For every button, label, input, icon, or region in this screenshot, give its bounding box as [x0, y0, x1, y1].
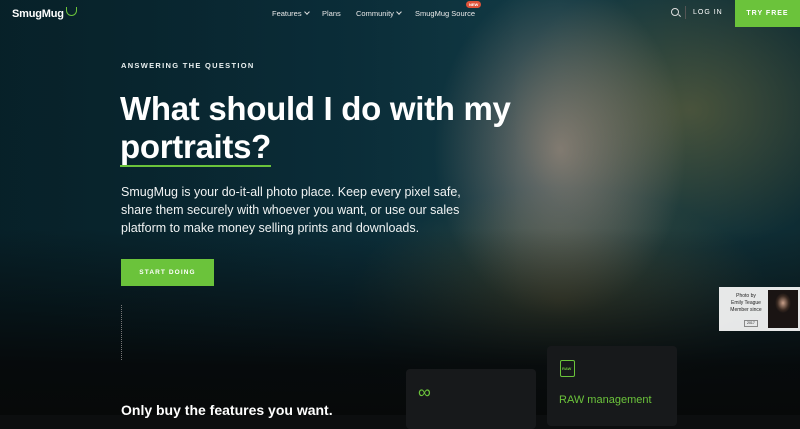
smugmug-logo[interactable]: SmugMug: [12, 7, 77, 20]
member-since-chip: 2017: [744, 320, 758, 327]
nav-source-label: SmugMug Source: [415, 9, 476, 18]
credit-line: Photo by: [736, 293, 756, 299]
hero-description: SmugMug is your do-it-all photo place. K…: [121, 185, 461, 235]
raw-card-title: RAW management: [559, 394, 652, 406]
nav-community-label: Community: [356, 9, 394, 18]
login-link[interactable]: LOG IN: [693, 9, 723, 16]
search-icon[interactable]: [671, 8, 679, 16]
nav-divider: [685, 6, 686, 19]
photo-credit-card[interactable]: Photo by Emily Teague Member since 2017: [719, 287, 800, 331]
hero-headline: What should I do with my portraits?: [120, 90, 540, 167]
feature-card-unlimited[interactable]: ∞: [406, 369, 536, 429]
logo-text: SmugMug: [12, 8, 64, 20]
nav-smugmug-source[interactable]: SmugMug Source: [415, 9, 475, 18]
photographer-avatar: [768, 290, 798, 328]
photo-credit-text: Photo by Emily Teague Member since: [725, 293, 767, 314]
nav-features-label: Features: [272, 9, 302, 18]
smugmug-smile-icon: [65, 7, 77, 16]
scroll-indicator: [121, 305, 122, 360]
chevron-down-icon: [396, 9, 402, 15]
features-heading: Only buy the features you want.: [121, 402, 333, 418]
start-doing-button[interactable]: START DOING: [121, 259, 214, 286]
credit-photographer: Emily Teague: [731, 300, 761, 306]
nav-plans-label: Plans: [322, 9, 341, 18]
infinity-icon: ∞: [418, 382, 431, 402]
headline-line-2: portraits?: [120, 128, 540, 167]
headline-line-1: What should I do with my: [120, 90, 511, 127]
new-badge: NEW: [466, 1, 482, 8]
chevron-down-icon: [303, 9, 310, 15]
raw-icon-label: RAW: [562, 366, 572, 371]
hero-eyebrow: ANSWERING THE QUESTION: [121, 61, 255, 70]
try-free-button[interactable]: TRY FREE: [735, 0, 800, 27]
nav-plans[interactable]: Plans: [322, 9, 341, 18]
nav-features[interactable]: Features: [272, 9, 310, 18]
nav-community[interactable]: Community: [356, 9, 402, 18]
raw-file-icon: RAW: [560, 360, 575, 377]
headline-highlight: portraits?: [120, 128, 272, 167]
top-navigation: SmugMug Features Plans Community SmugMug…: [0, 0, 800, 27]
credit-line: Member since: [730, 307, 762, 313]
feature-card-raw[interactable]: RAW RAW management: [547, 346, 677, 426]
